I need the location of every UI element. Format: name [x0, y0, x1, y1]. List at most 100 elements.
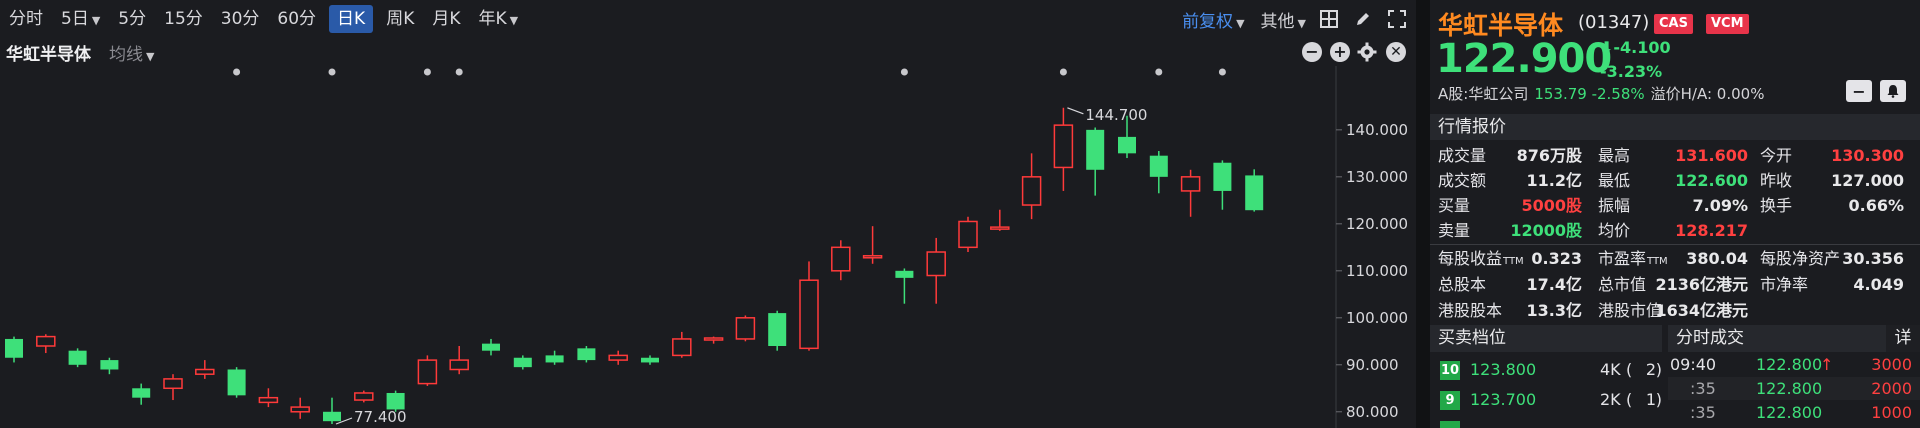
- minus-icon[interactable]: −: [1846, 80, 1872, 102]
- order-book-row[interactable]: 10 123.800 4K (2): [1430, 355, 1662, 385]
- plus-icon[interactable]: +: [1330, 42, 1350, 62]
- candle[interactable]: [1021, 153, 1042, 220]
- chart-stock-name: 华虹半导体: [6, 44, 91, 65]
- candle[interactable]: [1213, 160, 1232, 210]
- period-label: 30分: [220, 9, 260, 29]
- a-share-value: 153.79 -2.58%: [1534, 85, 1645, 103]
- candle[interactable]: [290, 397, 310, 419]
- order-count: 1: [1645, 390, 1656, 409]
- candle[interactable]: [132, 383, 151, 405]
- tick-price: 122.800: [1756, 355, 1823, 374]
- fundamental-value: 380.04: [1686, 249, 1748, 268]
- period-tab-1[interactable]: 5日 ▼: [52, 5, 109, 33]
- pencil-icon[interactable]: [1352, 8, 1374, 30]
- period-tab-6[interactable]: 日K: [329, 5, 374, 33]
- period-tab-4[interactable]: 30分: [212, 5, 269, 33]
- candle-body: [672, 338, 692, 357]
- candle[interactable]: [895, 268, 914, 304]
- premium-value: 溢价H/A: 0.00%: [1650, 85, 1765, 103]
- candle[interactable]: [577, 345, 596, 363]
- candle[interactable]: [672, 331, 692, 358]
- a-share-label[interactable]: A股:华虹公司: [1438, 85, 1528, 103]
- candle[interactable]: [482, 338, 500, 356]
- candle[interactable]: [990, 209, 1010, 231]
- candle-body: [990, 226, 1010, 230]
- fullscreen-icon[interactable]: [1386, 8, 1408, 30]
- candle[interactable]: [1086, 127, 1105, 196]
- panel-divider[interactable]: [1416, 0, 1430, 428]
- order-qty: 4K: [1600, 360, 1621, 379]
- candle[interactable]: [227, 367, 246, 398]
- candle[interactable]: [1180, 169, 1201, 217]
- candle[interactable]: [323, 397, 341, 424]
- candle-body: [831, 246, 851, 272]
- order-book-row[interactable]: [1430, 415, 1662, 428]
- fundamental-row: 总股本 17.4亿 总市值 2136亿港元 市净率 4.049: [1430, 272, 1920, 297]
- event-marker-dot[interactable]: [233, 68, 241, 76]
- period-tab-8[interactable]: 月K: [423, 5, 469, 33]
- tick-row: 09:40 122.800 ↑ 3000: [1668, 353, 1920, 376]
- market-quote-header: 行情报价: [1430, 114, 1920, 140]
- period-label: 日K: [337, 9, 366, 29]
- candle[interactable]: [545, 350, 564, 365]
- period-tab-3[interactable]: 15分: [155, 5, 212, 33]
- period-tab-7[interactable]: 周K: [377, 5, 423, 33]
- ticks-detail-button[interactable]: 详: [1886, 325, 1920, 352]
- candle[interactable]: [100, 357, 119, 375]
- candle[interactable]: [195, 360, 215, 379]
- candle[interactable]: [354, 390, 374, 403]
- ma-selector[interactable]: 均线 ▼: [109, 40, 154, 65]
- stat-row: 成交额 11.2亿 最低 122.600 昨收 127.000: [1430, 168, 1920, 193]
- candle-body: [417, 359, 438, 385]
- adjust-label: 前复权: [1182, 11, 1234, 32]
- candle[interactable]: [641, 355, 659, 365]
- low-label: 77.400: [354, 408, 407, 426]
- candle[interactable]: [735, 315, 756, 342]
- layout-icon[interactable]: [1318, 8, 1340, 30]
- order-paren-close: ): [1655, 390, 1662, 409]
- candle[interactable]: [1053, 107, 1074, 191]
- candle[interactable]: [1245, 169, 1264, 212]
- minus-icon[interactable]: −: [1302, 42, 1322, 62]
- period-tab-2[interactable]: 5分: [109, 5, 155, 33]
- candle[interactable]: [926, 237, 946, 304]
- tick-time: :35: [1690, 379, 1716, 398]
- candle[interactable]: [5, 336, 23, 363]
- candle[interactable]: [417, 355, 438, 386]
- candle[interactable]: [68, 348, 87, 368]
- stat-value: 876万股: [1516, 146, 1582, 165]
- candle[interactable]: [258, 388, 279, 408]
- event-marker-dot[interactable]: [423, 68, 431, 76]
- period-tab-5[interactable]: 60分: [268, 5, 325, 33]
- order-book-row[interactable]: 9 123.700 2K (1): [1430, 385, 1662, 415]
- gear-icon[interactable]: [1356, 41, 1378, 63]
- stat-value: 0.66%: [1848, 196, 1904, 215]
- event-marker-dot[interactable]: [900, 68, 908, 76]
- stat-label: 均价: [1598, 221, 1631, 240]
- event-marker-dot[interactable]: [328, 68, 336, 76]
- event-marker-dot[interactable]: [1155, 68, 1163, 76]
- candle[interactable]: [831, 240, 851, 281]
- candle[interactable]: [703, 336, 724, 344]
- bell-icon[interactable]: [1880, 80, 1906, 102]
- candle[interactable]: [799, 261, 819, 351]
- candle[interactable]: [608, 350, 628, 365]
- stat-value: 128.217: [1675, 221, 1748, 240]
- candle[interactable]: [163, 374, 183, 401]
- candle[interactable]: [513, 355, 532, 370]
- more-selector[interactable]: 其他 ▼: [1261, 7, 1306, 32]
- close-icon[interactable]: ✕: [1386, 42, 1406, 62]
- event-marker-dot[interactable]: [1218, 68, 1226, 76]
- period-tab-9[interactable]: 年K ▼: [470, 5, 528, 33]
- candle[interactable]: [36, 334, 56, 354]
- candle[interactable]: [958, 216, 978, 253]
- event-marker-dot[interactable]: [455, 68, 463, 76]
- candle[interactable]: [862, 226, 883, 264]
- candle[interactable]: [768, 310, 787, 351]
- candle[interactable]: [449, 345, 469, 375]
- period-tab-0[interactable]: 分时: [0, 5, 52, 33]
- event-marker-dot[interactable]: [1059, 68, 1067, 76]
- candle[interactable]: [1149, 150, 1168, 194]
- candlestick-chart[interactable]: 140.000 130.000 120.000 110.000 100.000 90.00…: [0, 66, 1416, 428]
- adjust-selector[interactable]: 前复权 ▼: [1182, 7, 1244, 32]
